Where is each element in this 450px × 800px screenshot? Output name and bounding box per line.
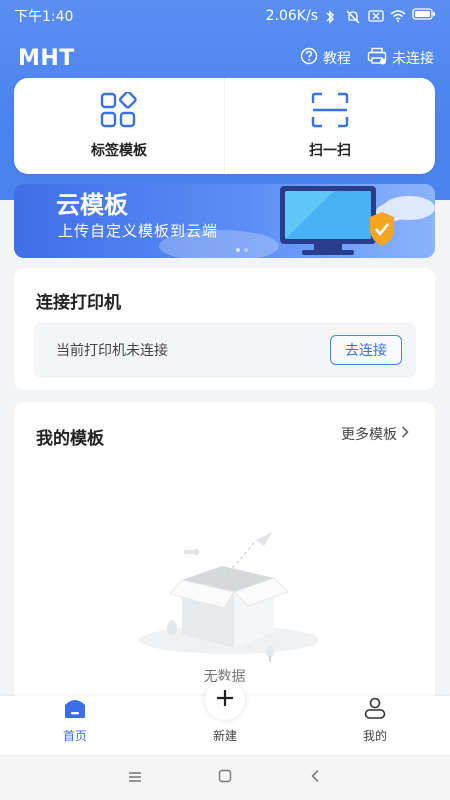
printer-state-label: 未连接 bbox=[392, 51, 434, 67]
new-button[interactable] bbox=[205, 680, 245, 720]
system-navigation-bar bbox=[0, 754, 450, 800]
banner-subtitle: 上传自定义模板到云端 bbox=[58, 222, 219, 240]
home-nav-button[interactable] bbox=[207, 762, 243, 792]
connect-printer-card: 连接打印机 当前打印机未连接 去连接 bbox=[14, 268, 435, 390]
menu-icon bbox=[128, 768, 142, 787]
printer-status-button[interactable]: 未连接 bbox=[367, 47, 434, 69]
mute-icon bbox=[346, 10, 362, 24]
more-templates-link[interactable]: 更多模板 bbox=[341, 424, 409, 444]
my-templates-card: 我的模板 更多模板 无数据 bbox=[14, 402, 435, 722]
label-template-label: 标签模板 bbox=[91, 143, 147, 159]
tab-home-label: 首页 bbox=[62, 729, 87, 743]
app-header: MHT 教程 未连接 bbox=[0, 40, 450, 76]
network-speed: 2.06K/s bbox=[265, 8, 318, 24]
scan-button[interactable]: 扫一扫 bbox=[224, 78, 435, 174]
label-template-button[interactable]: 标签模板 bbox=[14, 78, 224, 174]
square-icon bbox=[218, 768, 232, 787]
tab-mine[interactable]: 我的 bbox=[300, 696, 450, 754]
status-time: 下午1:40 bbox=[14, 9, 74, 25]
battery-icon bbox=[412, 8, 436, 24]
plus-icon bbox=[215, 688, 235, 712]
back-nav-button[interactable] bbox=[297, 762, 333, 792]
menu-nav-button[interactable] bbox=[117, 762, 153, 792]
cloud-template-banner[interactable]: 云模板 上传自定义模板到云端 bbox=[14, 184, 435, 258]
tutorial-label: 教程 bbox=[323, 51, 351, 67]
help-icon bbox=[300, 47, 318, 69]
app-title: MHT bbox=[18, 45, 75, 71]
home-icon bbox=[63, 697, 87, 722]
printer-status-panel: 当前打印机未连接 去连接 bbox=[34, 322, 416, 378]
tutorial-button[interactable]: 教程 bbox=[300, 47, 351, 69]
tab-new-label: 新建 bbox=[212, 729, 237, 743]
empty-box-illustration bbox=[139, 532, 319, 662]
grid-icon bbox=[99, 90, 139, 132]
status-bar: 下午1:40 2.06K/s bbox=[0, 0, 450, 32]
banner-title: 云模板 bbox=[56, 191, 128, 219]
quick-actions-card: 标签模板 扫一扫 bbox=[14, 78, 435, 174]
scan-icon bbox=[310, 92, 350, 132]
user-icon bbox=[363, 697, 387, 722]
chevron-right-icon bbox=[401, 426, 409, 442]
more-templates-label: 更多模板 bbox=[341, 427, 397, 443]
scan-label: 扫一扫 bbox=[309, 143, 351, 159]
connect-printer-title: 连接打印机 bbox=[36, 293, 121, 313]
tab-home[interactable]: 首页 bbox=[0, 696, 150, 754]
wifi-icon bbox=[390, 10, 406, 22]
printer-icon bbox=[367, 47, 387, 69]
connect-button[interactable]: 去连接 bbox=[330, 335, 402, 365]
tab-mine-label: 我的 bbox=[362, 729, 387, 743]
back-icon bbox=[310, 768, 320, 787]
printer-status-text: 当前打印机未连接 bbox=[56, 343, 168, 359]
sim-off-icon bbox=[368, 10, 384, 22]
my-templates-title: 我的模板 bbox=[36, 429, 104, 449]
bluetooth-icon bbox=[324, 10, 340, 24]
